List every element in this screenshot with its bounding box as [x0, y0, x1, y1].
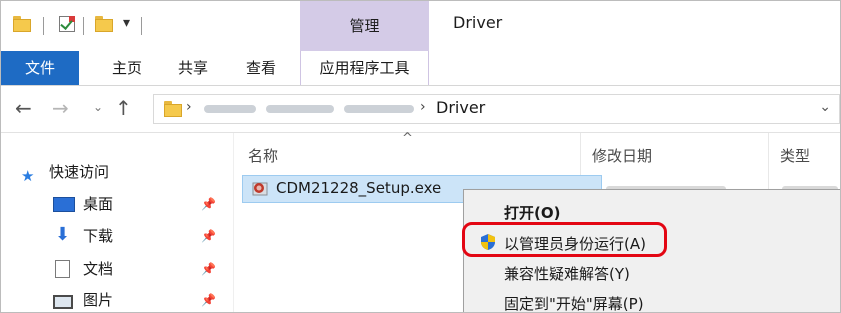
quick-access-star-icon: ★ — [21, 167, 35, 185]
tab-share[interactable]: 共享 — [165, 51, 221, 85]
customize-quick-access-icon[interactable]: ▾ — [123, 15, 130, 31]
pictures-icon — [53, 295, 73, 309]
menu-item-pin-to-start[interactable]: 固定到"开始"屏幕(P) — [504, 293, 644, 312]
file-name[interactable]: CDM21228_Setup.exe — [276, 179, 441, 197]
highlight-annotation — [462, 222, 667, 257]
forward-arrow-icon[interactable]: → — [52, 96, 69, 120]
manage-group-label: 管理 — [349, 17, 380, 35]
obscured-breadcrumb — [266, 105, 334, 113]
installer-exe-icon — [252, 182, 268, 196]
column-header-modified[interactable]: 修改日期 — [592, 145, 652, 166]
obscured-breadcrumb — [204, 105, 256, 113]
pin-icon[interactable]: 📌 — [201, 229, 216, 243]
nav-item-quick-access[interactable]: 快速访问 — [49, 161, 109, 182]
window-title: Driver — [453, 13, 503, 32]
column-header-type[interactable]: 类型 — [780, 145, 810, 166]
tab-application-tools[interactable]: 应用程序工具 — [300, 51, 429, 85]
nav-item-desktop[interactable]: 桌面 — [83, 193, 113, 214]
document-icon — [55, 260, 70, 278]
pin-icon[interactable]: 📌 — [201, 293, 216, 307]
new-folder-icon[interactable] — [95, 16, 113, 32]
recent-locations-chevron-icon[interactable]: ⌄ — [93, 100, 103, 114]
toolbar-separator — [43, 17, 44, 35]
breadcrumb-current[interactable]: Driver — [436, 98, 485, 117]
sort-ascending-icon: ^ — [402, 131, 413, 146]
folder-icon — [164, 101, 182, 117]
breadcrumb-separator-icon[interactable]: › — [420, 99, 426, 115]
tab-home[interactable]: 主页 — [99, 51, 155, 85]
up-arrow-icon[interactable]: ↑ — [115, 96, 132, 120]
toolbar-separator — [141, 17, 142, 35]
folder-icon — [13, 16, 31, 32]
navigation-bar: ← → ⌄ ↑ › › Driver ⌄ — [1, 86, 840, 133]
nav-item-downloads[interactable]: 下载 — [83, 225, 113, 246]
menu-item-compat-troubleshoot[interactable]: 兼容性疑难解答(Y) — [504, 263, 630, 284]
download-arrow-icon: ⬇ — [55, 224, 71, 245]
breadcrumb-separator-icon[interactable]: › — [186, 99, 192, 115]
ribbon-tabs: 文件 主页 共享 查看 应用程序工具 — [1, 51, 840, 86]
tab-view[interactable]: 查看 — [233, 51, 289, 85]
address-bar[interactable]: › › Driver ⌄ — [153, 94, 840, 124]
tab-file[interactable]: 文件 — [1, 51, 79, 85]
toolbar-separator — [83, 17, 84, 35]
back-arrow-icon[interactable]: ← — [15, 96, 32, 120]
pin-icon[interactable]: 📌 — [201, 262, 216, 276]
address-dropdown-icon[interactable]: ⌄ — [819, 99, 831, 115]
menu-item-open[interactable]: 打开(O) — [504, 202, 560, 223]
nav-item-documents[interactable]: 文档 — [83, 258, 113, 279]
column-divider[interactable] — [768, 133, 769, 195]
title-bar: ▾ 管理 Driver — [1, 1, 840, 51]
explorer-window: ▾ 管理 Driver 文件 主页 共享 查看 应用程序工具 ← → ⌄ ↑ ›… — [0, 0, 841, 313]
desktop-icon — [53, 197, 75, 212]
pin-icon[interactable]: 📌 — [201, 197, 216, 211]
nav-item-pictures[interactable]: 图片 — [83, 289, 113, 310]
column-header-name[interactable]: 名称 — [248, 145, 278, 166]
navigation-pane: ★ 快速访问 桌面 📌 ⬇ 下载 📌 文档 📌 图片 📌 — [1, 133, 233, 312]
obscured-breadcrumb — [344, 105, 414, 113]
properties-icon[interactable] — [59, 16, 75, 32]
